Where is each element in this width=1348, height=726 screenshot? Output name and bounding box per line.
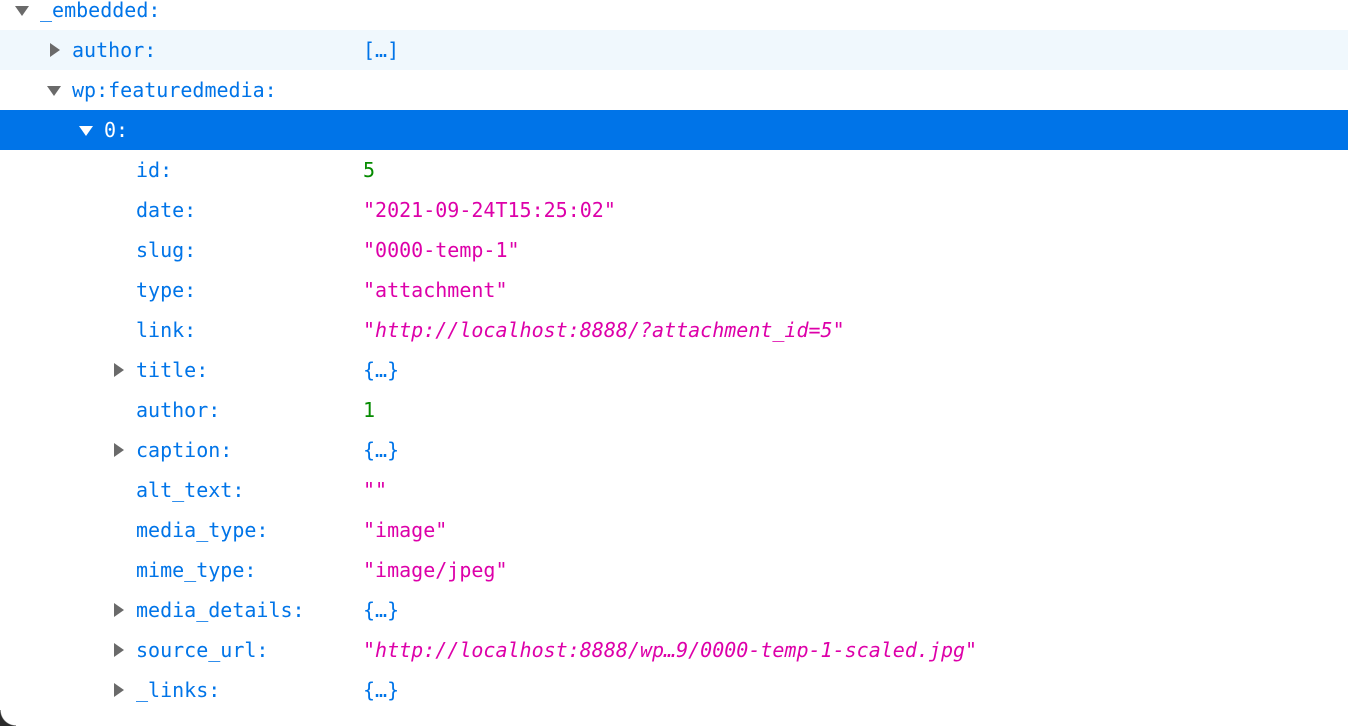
tree-value: "attachment": [363, 278, 508, 302]
tree-value: {…}: [363, 358, 400, 382]
expand-arrow-icon[interactable]: [12, 0, 32, 30]
tree-row[interactable]: wp:featuredmedia:: [0, 70, 1348, 110]
tree-key: date:: [136, 198, 197, 222]
tree-value: […]: [363, 38, 400, 62]
window-corner: [0, 710, 16, 726]
tree-value: "0000-temp-1": [363, 238, 520, 262]
tree-key: link:: [136, 318, 197, 342]
collapse-arrow-icon[interactable]: [44, 30, 64, 70]
tree-key: alt_text:: [136, 478, 245, 502]
tree-value: "image": [363, 518, 448, 542]
tree-value: {…}: [363, 678, 400, 702]
tree-key: mime_type:: [136, 558, 257, 582]
tree-row[interactable]: date: "2021-09-24T15:25:02": [0, 190, 1348, 230]
collapse-arrow-icon[interactable]: [108, 630, 128, 670]
tree-value: 1: [363, 398, 376, 422]
collapse-arrow-icon[interactable]: [108, 350, 128, 390]
tree-row[interactable]: media_type: "image": [0, 510, 1348, 550]
tree-row[interactable]: caption: {…}: [0, 430, 1348, 470]
tree-key: slug:: [136, 238, 197, 262]
tree-key: author:: [72, 38, 157, 62]
collapse-arrow-icon[interactable]: [108, 430, 128, 470]
tree-row[interactable]: _links: {…}: [0, 670, 1348, 710]
tree-value: {…}: [363, 438, 400, 462]
tree-row[interactable]: slug: "0000-temp-1": [0, 230, 1348, 270]
tree-row[interactable]: 0:: [0, 110, 1348, 150]
tree-row[interactable]: mime_type: "image/jpeg": [0, 550, 1348, 590]
expand-arrow-icon[interactable]: [44, 70, 64, 110]
tree-value: "http://localhost:8888/?attachment_id=5": [363, 318, 845, 342]
tree-value: "image/jpeg": [363, 558, 508, 582]
tree-row[interactable]: source_url: "http://localhost:8888/wp…9/0…: [0, 630, 1348, 670]
tree-key: source_url:: [136, 638, 269, 662]
tree-row[interactable]: title: {…}: [0, 350, 1348, 390]
collapse-arrow-icon[interactable]: [108, 590, 128, 630]
tree-value: "2021-09-24T15:25:02": [363, 198, 616, 222]
tree-value: 5: [363, 158, 376, 182]
tree-key: type:: [136, 278, 197, 302]
tree-row[interactable]: author: […]: [0, 30, 1348, 70]
expand-arrow-icon[interactable]: [76, 110, 96, 150]
tree-key: _embedded:: [40, 0, 161, 22]
tree-value: "http://localhost:8888/wp…9/0000-temp-1-…: [363, 638, 978, 662]
tree-row[interactable]: _embedded:: [0, 0, 1348, 30]
tree-key: media_type:: [136, 518, 269, 542]
tree-row[interactable]: author: 1: [0, 390, 1348, 430]
tree-key: wp:featuredmedia:: [72, 78, 277, 102]
tree-key: id:: [136, 158, 173, 182]
collapse-arrow-icon[interactable]: [108, 670, 128, 710]
tree-key: media_details:: [136, 598, 305, 622]
tree-key: _links:: [136, 678, 221, 702]
tree-key: author:: [136, 398, 221, 422]
json-tree: _embedded: author: […] wp:featuredmedia: 0: i…: [0, 0, 1348, 710]
json-viewer: _embedded: author: […] wp:featuredmedia: 0: i…: [0, 0, 1348, 710]
tree-row[interactable]: link: "http://localhost:8888/?attachment_…: [0, 310, 1348, 350]
tree-row[interactable]: media_details: {…}: [0, 590, 1348, 630]
tree-row[interactable]: type: "attachment": [0, 270, 1348, 310]
tree-value: {…}: [363, 598, 400, 622]
tree-key: title:: [136, 358, 209, 382]
tree-row[interactable]: id: 5: [0, 150, 1348, 190]
tree-key: caption:: [136, 438, 233, 462]
tree-row[interactable]: alt_text: "": [0, 470, 1348, 510]
tree-key: 0:: [104, 118, 129, 142]
tree-value: "": [363, 478, 388, 502]
